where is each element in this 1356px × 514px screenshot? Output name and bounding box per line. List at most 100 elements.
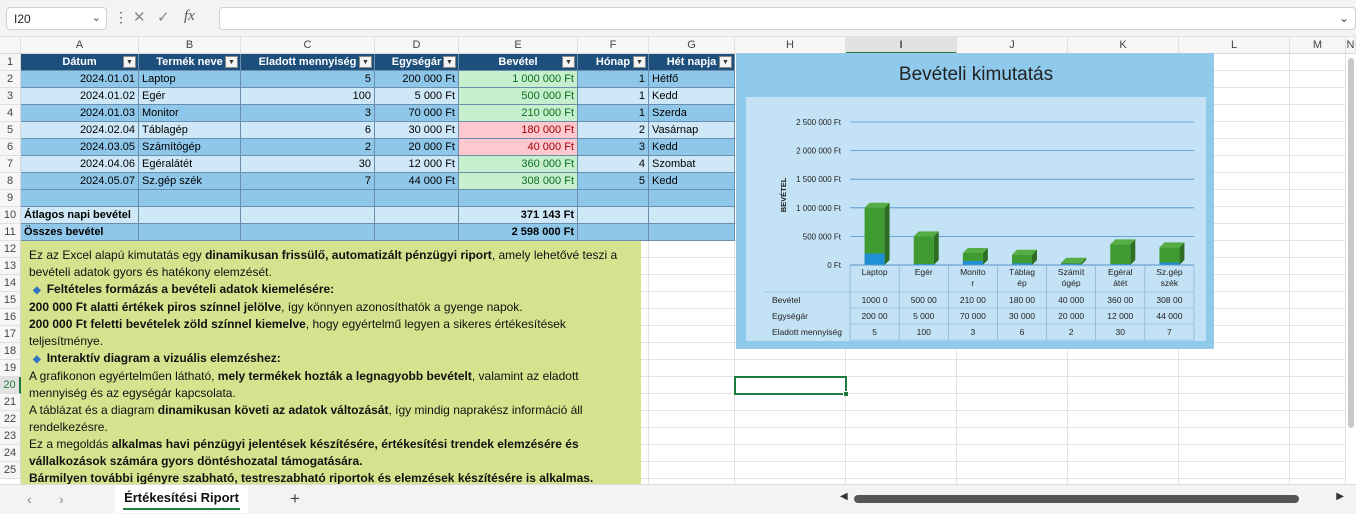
- select-all-corner[interactable]: [0, 37, 21, 54]
- filter-dropdown-icon[interactable]: ▼: [719, 56, 732, 68]
- selected-cell-I20[interactable]: [734, 376, 849, 397]
- data-cell[interactable]: 3: [578, 139, 649, 156]
- data-cell[interactable]: 100: [241, 88, 375, 105]
- column-header-B[interactable]: B: [139, 37, 241, 54]
- data-cell[interactable]: Szerda: [649, 105, 735, 122]
- data-cell[interactable]: 180 000 Ft: [459, 122, 578, 139]
- data-cell[interactable]: 20 000 Ft: [375, 139, 459, 156]
- header-cell[interactable]: Dátum ▼: [21, 54, 139, 71]
- row-header-7[interactable]: 7: [0, 156, 21, 173]
- summary-cell[interactable]: [578, 224, 649, 241]
- row-header-3[interactable]: 3: [0, 88, 21, 105]
- data-cell[interactable]: Kedd: [649, 173, 735, 190]
- row-header-8[interactable]: 8: [0, 173, 21, 190]
- column-header-C[interactable]: C: [241, 37, 375, 54]
- row-header-22[interactable]: 22: [0, 411, 21, 428]
- data-cell[interactable]: 1: [578, 105, 649, 122]
- data-cell[interactable]: 4: [578, 156, 649, 173]
- data-cell[interactable]: 12 000 Ft: [375, 156, 459, 173]
- function-icon[interactable]: fx: [184, 8, 195, 25]
- header-cell[interactable]: Bevétel ▼: [459, 54, 578, 71]
- row-header-15[interactable]: 15: [0, 292, 21, 309]
- row-header-16[interactable]: 16: [0, 309, 21, 326]
- data-cell[interactable]: 30: [241, 156, 375, 173]
- data-cell[interactable]: 1 000 000 Ft: [459, 71, 578, 88]
- add-sheet-icon[interactable]: +: [290, 489, 300, 509]
- column-header-I[interactable]: I: [846, 37, 957, 54]
- data-cell[interactable]: 1: [578, 88, 649, 105]
- data-cell[interactable]: 30 000 Ft: [375, 122, 459, 139]
- column-header-N[interactable]: N: [1346, 37, 1356, 54]
- data-cell[interactable]: 2: [578, 122, 649, 139]
- column-header-F[interactable]: F: [578, 37, 649, 54]
- row-header-18[interactable]: 18: [0, 343, 21, 360]
- summary-cell[interactable]: [139, 207, 241, 224]
- row-header-12[interactable]: 12: [0, 241, 21, 258]
- header-cell[interactable]: Termék neve ▼: [139, 54, 241, 71]
- data-cell[interactable]: Kedd: [649, 88, 735, 105]
- vertical-scrollbar[interactable]: [1346, 54, 1356, 484]
- sheet-tab[interactable]: Értékesítési Riport: [115, 485, 248, 513]
- data-cell[interactable]: Hétfő: [649, 71, 735, 88]
- filter-dropdown-icon[interactable]: ▼: [225, 56, 238, 68]
- data-cell[interactable]: Monitor: [139, 105, 241, 122]
- chevron-down-icon[interactable]: ⌄: [92, 11, 101, 24]
- summary-cell[interactable]: Átlagos napi bevétel: [21, 207, 139, 224]
- data-cell[interactable]: Számítógép: [139, 139, 241, 156]
- data-cell[interactable]: 6: [241, 122, 375, 139]
- data-cell[interactable]: 2024.02.04: [21, 122, 139, 139]
- data-cell[interactable]: Egér: [139, 88, 241, 105]
- summary-cell[interactable]: 371 143 Ft: [459, 207, 578, 224]
- revenue-chart[interactable]: Bevételi kimutatás 2 500 000 Ft 2 000 000…: [736, 53, 1214, 349]
- summary-cell[interactable]: [649, 224, 735, 241]
- empty-cell[interactable]: [241, 190, 375, 207]
- column-header-M[interactable]: M: [1290, 37, 1346, 54]
- data-cell[interactable]: 2024.01.01: [21, 71, 139, 88]
- scroll-right-icon[interactable]: ▶: [1336, 491, 1344, 502]
- column-header-K[interactable]: K: [1068, 37, 1179, 54]
- data-cell[interactable]: 2024.01.03: [21, 105, 139, 122]
- summary-cell[interactable]: [375, 207, 459, 224]
- data-cell[interactable]: 44 000 Ft: [375, 173, 459, 190]
- filter-dropdown-icon[interactable]: ▼: [562, 56, 575, 68]
- data-cell[interactable]: 5: [578, 173, 649, 190]
- data-cell[interactable]: 3: [241, 105, 375, 122]
- data-cell[interactable]: Szombat: [649, 156, 735, 173]
- data-cell[interactable]: 360 000 Ft: [459, 156, 578, 173]
- empty-cell[interactable]: [21, 190, 139, 207]
- row-header-20[interactable]: 20: [0, 377, 21, 394]
- row-header-5[interactable]: 5: [0, 122, 21, 139]
- data-cell[interactable]: 2024.04.06: [21, 156, 139, 173]
- empty-cell[interactable]: [649, 190, 735, 207]
- data-cell[interactable]: 2024.03.05: [21, 139, 139, 156]
- data-cell[interactable]: 70 000 Ft: [375, 105, 459, 122]
- row-header-10[interactable]: 10: [0, 207, 21, 224]
- summary-cell[interactable]: [139, 224, 241, 241]
- header-cell[interactable]: Eladott mennyiség ▼: [241, 54, 375, 71]
- column-header-D[interactable]: D: [375, 37, 459, 54]
- column-header-L[interactable]: L: [1179, 37, 1290, 54]
- data-cell[interactable]: 2: [241, 139, 375, 156]
- row-header-24[interactable]: 24: [0, 445, 21, 462]
- summary-cell[interactable]: [649, 207, 735, 224]
- filter-dropdown-icon[interactable]: ▼: [633, 56, 646, 68]
- scroll-thumb[interactable]: [854, 495, 1299, 503]
- column-header-A[interactable]: A: [21, 37, 139, 54]
- summary-cell[interactable]: [241, 224, 375, 241]
- row-header-17[interactable]: 17: [0, 326, 21, 343]
- next-sheet-icon[interactable]: ›: [59, 491, 64, 507]
- empty-cell[interactable]: [139, 190, 241, 207]
- column-header-J[interactable]: J: [957, 37, 1068, 54]
- filter-dropdown-icon[interactable]: ▼: [443, 56, 456, 68]
- row-header-9[interactable]: 9: [0, 190, 21, 207]
- data-cell[interactable]: Laptop: [139, 71, 241, 88]
- filter-dropdown-icon[interactable]: ▼: [123, 56, 136, 68]
- header-cell[interactable]: Hónap ▼: [578, 54, 649, 71]
- summary-cell[interactable]: [578, 207, 649, 224]
- name-box[interactable]: I20 ⌄: [6, 7, 107, 30]
- row-header-13[interactable]: 13: [0, 258, 21, 275]
- column-header-H[interactable]: H: [735, 37, 846, 54]
- summary-cell[interactable]: 2 598 000 Ft: [459, 224, 578, 241]
- data-cell[interactable]: 200 000 Ft: [375, 71, 459, 88]
- row-header-23[interactable]: 23: [0, 428, 21, 445]
